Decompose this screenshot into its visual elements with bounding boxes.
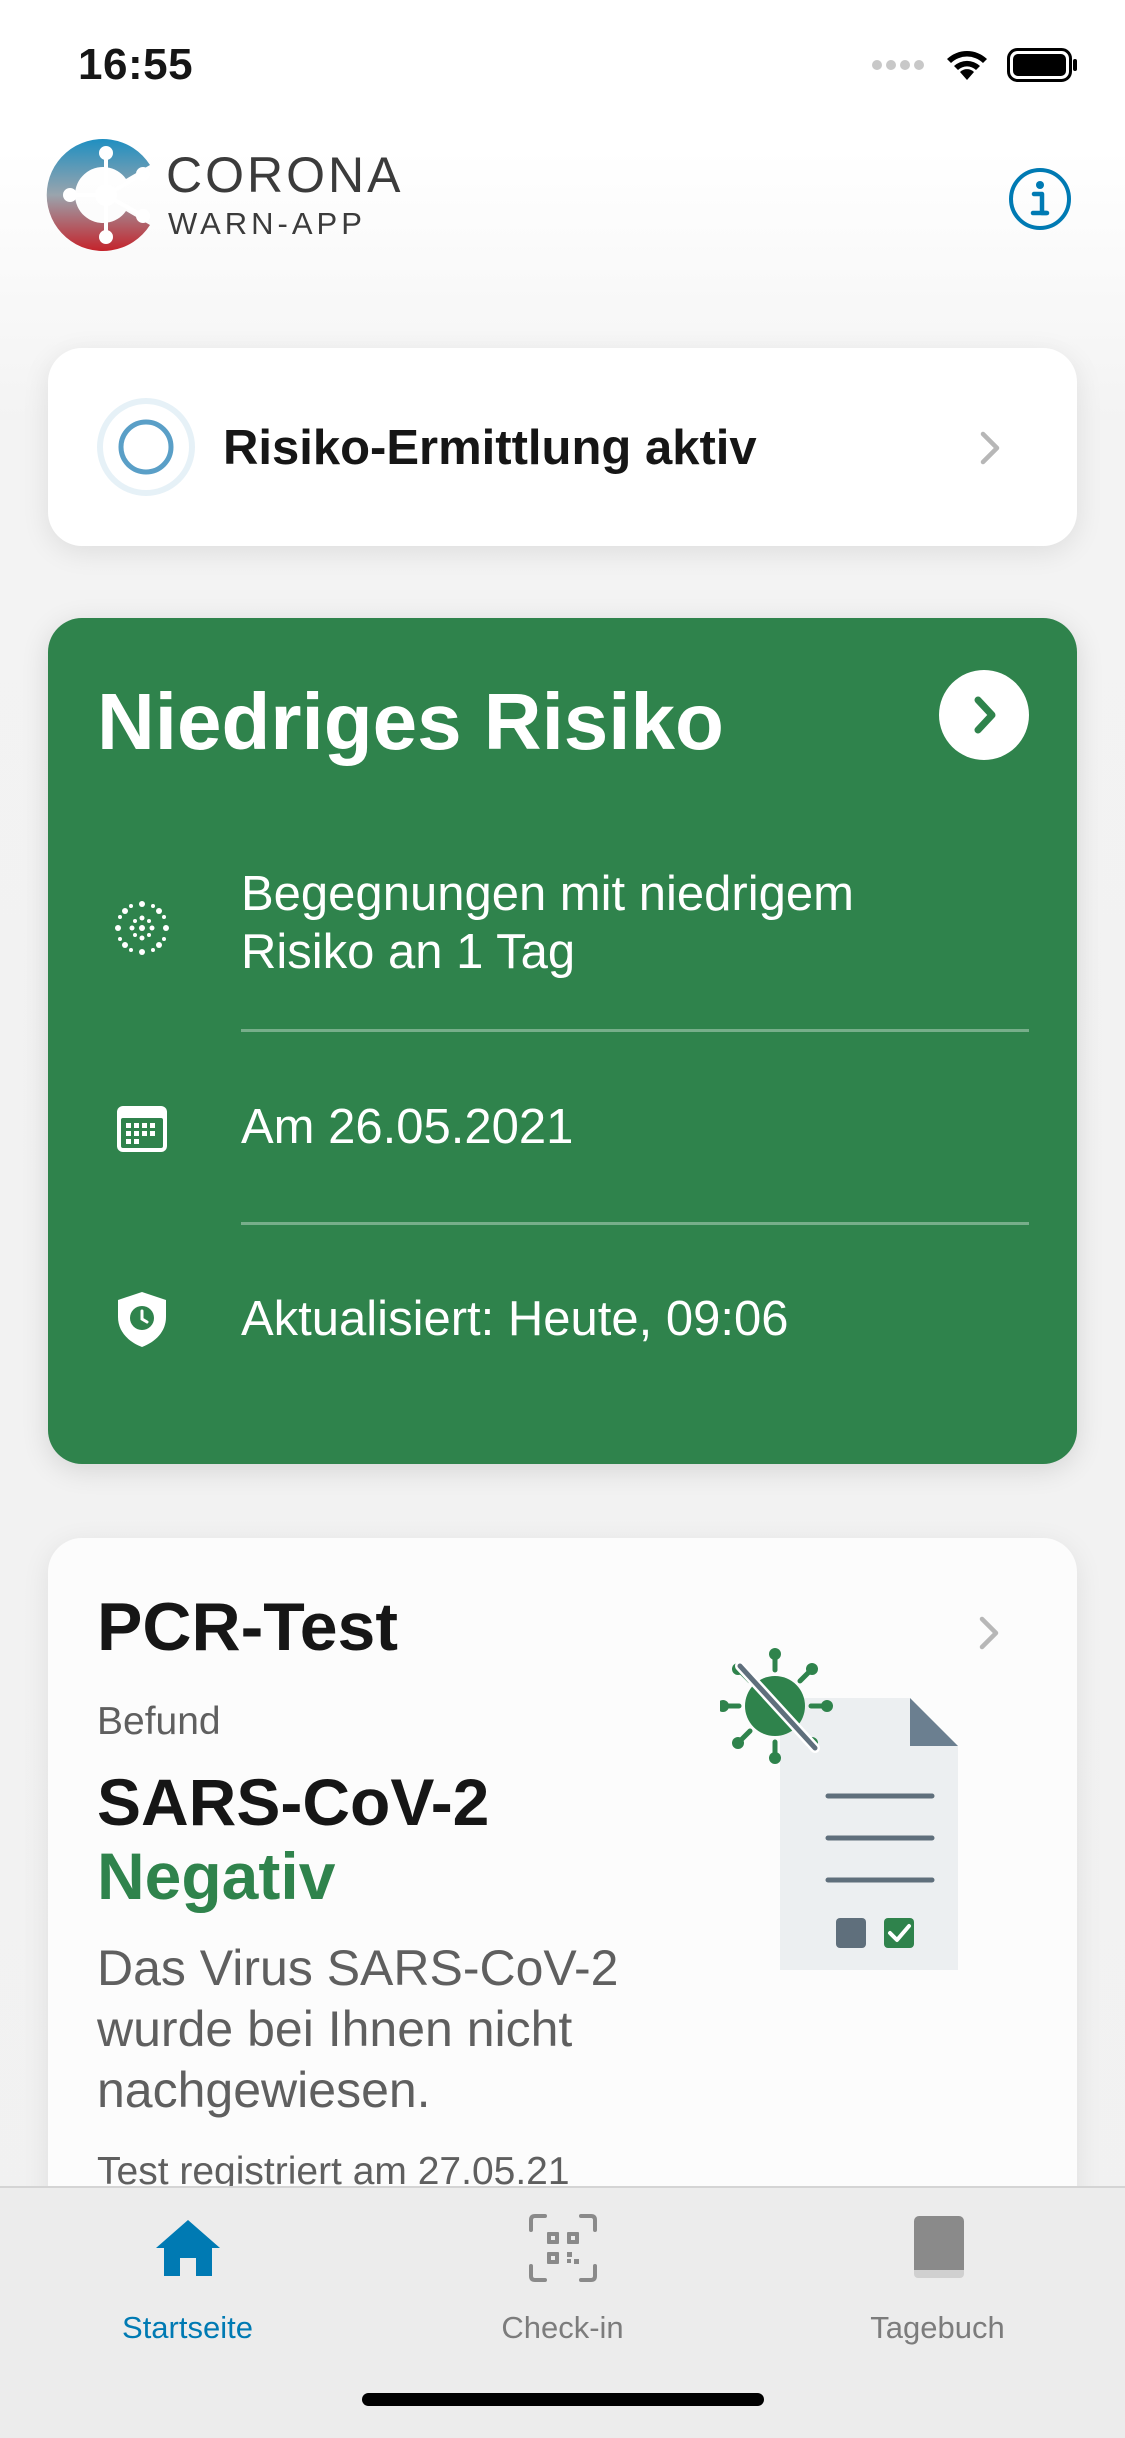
test-result: Negativ: [97, 1839, 336, 1913]
tab-label-check-in: Check-in: [501, 2310, 624, 2345]
activity-ring-icon: [97, 398, 195, 496]
row-divider: [241, 1222, 1029, 1225]
test-description: Das Virus SARS-CoV-2 wurde bei Ihnen nic…: [97, 1940, 619, 2118]
qr-code-icon: [528, 2214, 597, 2282]
cellular-signal-icon: [872, 60, 924, 70]
encounters-line1: Begegnungen mit niedrigem: [241, 867, 854, 921]
risk-card[interactable]: Niedriges Risiko Begegnungen mit niedrig…: [48, 618, 1077, 1464]
tab-label-startseite: Startseite: [122, 2310, 253, 2345]
chevron-right-icon: [980, 431, 1000, 465]
battery-icon: [1007, 48, 1077, 82]
status-time: 16:55: [78, 40, 194, 89]
app-name-line2: WARN-APP: [168, 206, 366, 241]
home-indicator[interactable]: [362, 2393, 764, 2406]
app-name-line1: CORONA: [166, 147, 404, 203]
info-icon[interactable]: [1008, 167, 1072, 231]
virus-name: SARS-CoV-2: [97, 1765, 490, 1839]
virus-dots-icon: [115, 901, 169, 955]
tab-tagebuch[interactable]: Tagebuch: [750, 2188, 1125, 2348]
calendar-icon: [117, 1106, 167, 1152]
last-encounter-date: Am 26.05.2021: [241, 1100, 574, 1154]
negative-test-document-illustration: [720, 1648, 958, 1970]
row-divider: [241, 1029, 1029, 1032]
tab-startseite[interactable]: Startseite: [0, 2188, 375, 2348]
app-logo: [46, 139, 151, 251]
tab-label-tagebuch: Tagebuch: [870, 2310, 1005, 2345]
risk-title: Niedriges Risiko: [97, 677, 724, 766]
risk-detection-label: Risiko-Ermittlung aktiv: [223, 421, 757, 475]
risk-detection-status-card[interactable]: Risiko-Ermittlung aktiv: [48, 348, 1077, 546]
test-title: PCR-Test: [97, 1589, 398, 1665]
book-icon: [913, 2216, 964, 2278]
chevron-right-icon: [979, 1616, 999, 1650]
encounters-line2: Risiko an 1 Tag: [241, 925, 576, 979]
risk-details-button[interactable]: [939, 670, 1029, 760]
chevron-right-icon: [974, 696, 996, 734]
befund-label: Befund: [97, 1700, 221, 1743]
app-screen: 16:55 CORONA WARN-APP Risiko-Ermittlung …: [0, 0, 1125, 2438]
status-indicators: [871, 48, 1079, 82]
shield-clock-icon: [118, 1292, 166, 1347]
pcr-test-card[interactable]: PCR-Test Befund SARS-CoV-2 Negativ Das V…: [48, 1538, 1077, 2298]
encounters-text: Begegnungen mit niedrigem Risiko an 1 Ta…: [241, 865, 854, 981]
last-updated-text: Aktualisiert: Heute, 09:06: [241, 1292, 789, 1346]
tab-check-in[interactable]: Check-in: [375, 2188, 750, 2348]
wifi-icon: [947, 51, 987, 80]
home-icon: [155, 2220, 220, 2276]
